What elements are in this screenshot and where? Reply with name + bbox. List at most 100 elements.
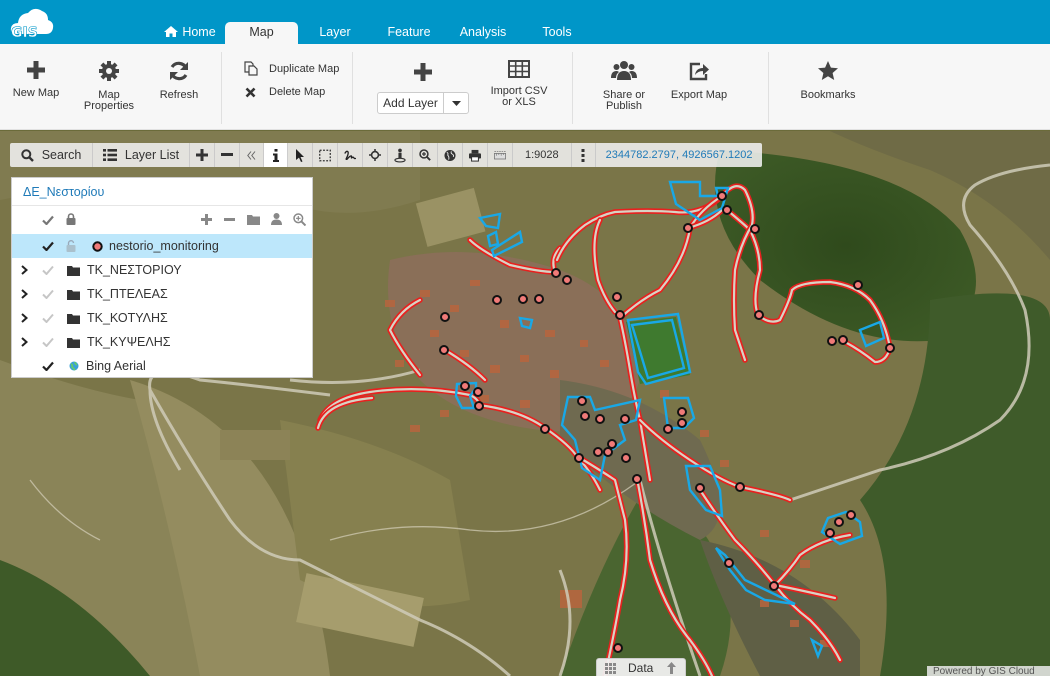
monitoring-point[interactable] — [440, 312, 450, 322]
add-layer-label[interactable]: Add Layer — [378, 93, 444, 113]
monitoring-point[interactable] — [885, 343, 895, 353]
parcel-polygon[interactable] — [626, 312, 692, 386]
monitoring-point[interactable] — [439, 345, 449, 355]
monitoring-point[interactable] — [825, 528, 835, 538]
monitoring-point[interactable] — [695, 483, 705, 493]
identify-tool[interactable] — [264, 143, 288, 167]
monitoring-point[interactable] — [677, 407, 687, 417]
monitoring-point[interactable] — [612, 292, 622, 302]
layer-row-tk-nestoriou[interactable]: ΤΚ_ΝΕΣΤΟΡΙΟΥ — [12, 258, 312, 282]
export-map-button[interactable]: Export Map — [668, 60, 730, 101]
layer-visibility-checkbox[interactable] — [42, 330, 54, 354]
gis-cloud-logo[interactable]: GIS — [8, 4, 54, 40]
tab-feature[interactable]: Feature — [380, 22, 438, 44]
layer-lock-toggle[interactable] — [66, 234, 76, 258]
monitoring-point[interactable] — [632, 474, 642, 484]
parcel-polygon[interactable] — [858, 320, 886, 348]
monitoring-point[interactable] — [460, 381, 470, 391]
expand-chevron-icon[interactable] — [21, 306, 28, 330]
monitoring-point[interactable] — [473, 387, 483, 397]
monitoring-point[interactable] — [540, 424, 550, 434]
check-all-icon[interactable] — [42, 215, 54, 225]
expand-chevron-icon[interactable] — [21, 330, 28, 354]
select-tool[interactable] — [288, 143, 313, 167]
monitoring-point[interactable] — [724, 558, 734, 568]
monitoring-point[interactable] — [620, 414, 630, 424]
monitoring-point[interactable] — [534, 294, 544, 304]
expand-chevron-icon[interactable] — [21, 282, 28, 306]
monitoring-point[interactable] — [580, 411, 590, 421]
monitoring-point[interactable] — [846, 510, 856, 520]
zoom-out-button[interactable] — [215, 143, 240, 167]
monitoring-point[interactable] — [562, 275, 572, 285]
chevron-down-icon[interactable] — [444, 93, 468, 113]
duplicate-map-button[interactable]: Duplicate Map — [244, 61, 339, 76]
monitoring-point[interactable] — [593, 447, 603, 457]
road-segment[interactable] — [638, 418, 792, 502]
delete-map-button[interactable]: Delete Map — [245, 86, 325, 98]
zoom-in-button[interactable] — [190, 143, 215, 167]
monitoring-point[interactable] — [607, 439, 617, 449]
parcel-polygon[interactable] — [518, 316, 534, 330]
bookmarks-button[interactable]: Bookmarks — [797, 60, 859, 101]
measure-button[interactable] — [488, 143, 513, 167]
layer-visibility-checkbox[interactable] — [42, 354, 54, 378]
print-button[interactable] — [463, 143, 488, 167]
collapse-toolbar-button[interactable] — [240, 143, 264, 167]
monitoring-point[interactable] — [613, 643, 623, 653]
import-csv-button[interactable]: Import CSV or XLS — [486, 60, 552, 108]
monitoring-point[interactable] — [735, 482, 745, 492]
share-publish-button[interactable]: Share or Publish — [598, 60, 650, 112]
remove-layer-icon[interactable] — [224, 218, 235, 221]
monitoring-point[interactable] — [769, 581, 779, 591]
lock-icon[interactable] — [66, 213, 76, 225]
layer-row-nestorio-monitoring[interactable]: nestorio_monitoring — [12, 234, 312, 258]
add-layer-icon[interactable] — [201, 214, 212, 225]
globe-button[interactable] — [438, 143, 463, 167]
monitoring-point[interactable] — [615, 310, 625, 320]
tab-tools[interactable]: Tools — [532, 22, 582, 44]
tab-layer[interactable]: Layer — [310, 22, 360, 44]
monitoring-point[interactable] — [717, 191, 727, 201]
map-properties-button[interactable]: Map Properties — [80, 60, 138, 112]
monitoring-point[interactable] — [754, 310, 764, 320]
monitoring-point[interactable] — [834, 517, 844, 527]
road-segment[interactable] — [388, 298, 422, 377]
folder-icon[interactable] — [247, 214, 260, 225]
data-panel-toggle[interactable]: Data — [596, 658, 686, 676]
monitoring-point[interactable] — [663, 424, 673, 434]
pan-tool[interactable] — [363, 143, 388, 167]
monitoring-point[interactable] — [595, 414, 605, 424]
street-view-tool[interactable] — [388, 143, 413, 167]
layer-visibility-checkbox[interactable] — [42, 306, 54, 330]
monitoring-point[interactable] — [677, 418, 687, 428]
monitoring-point[interactable] — [853, 280, 863, 290]
layer-row-tk-kotylis[interactable]: ΤΚ_ΚΟΤΥΛΗΣ — [12, 306, 312, 330]
layer-row-tk-pteleas[interactable]: ΤΚ_ΠΤΕΛΕΑΣ — [12, 282, 312, 306]
road-segment[interactable] — [555, 196, 722, 262]
monitoring-point[interactable] — [551, 268, 561, 278]
layer-visibility-checkbox[interactable] — [42, 234, 54, 258]
monitoring-point[interactable] — [621, 453, 631, 463]
search-button[interactable]: Search — [10, 143, 93, 167]
monitoring-point[interactable] — [683, 223, 693, 233]
monitoring-point[interactable] — [722, 205, 732, 215]
layer-visibility-checkbox[interactable] — [42, 282, 54, 306]
road-segment[interactable] — [635, 476, 714, 676]
monitoring-point[interactable] — [574, 453, 584, 463]
monitoring-point[interactable] — [474, 401, 484, 411]
monitoring-point[interactable] — [750, 224, 760, 234]
tab-analysis[interactable]: Analysis — [452, 22, 514, 44]
parcel-polygon[interactable] — [560, 395, 642, 482]
layer-visibility-checkbox[interactable] — [42, 258, 54, 282]
zoom-to-tool[interactable] — [413, 143, 438, 167]
layer-row-bing-aerial[interactable]: Bing Aerial — [12, 354, 312, 378]
monitoring-point[interactable] — [603, 447, 613, 457]
layer-list-button[interactable]: Layer List — [93, 143, 190, 167]
road-segment[interactable] — [316, 396, 374, 430]
monitoring-point[interactable] — [492, 295, 502, 305]
tab-map[interactable]: Map — [225, 22, 298, 44]
monitoring-point[interactable] — [838, 335, 848, 345]
tab-home[interactable]: Home — [160, 22, 220, 44]
box-select-tool[interactable] — [313, 143, 338, 167]
